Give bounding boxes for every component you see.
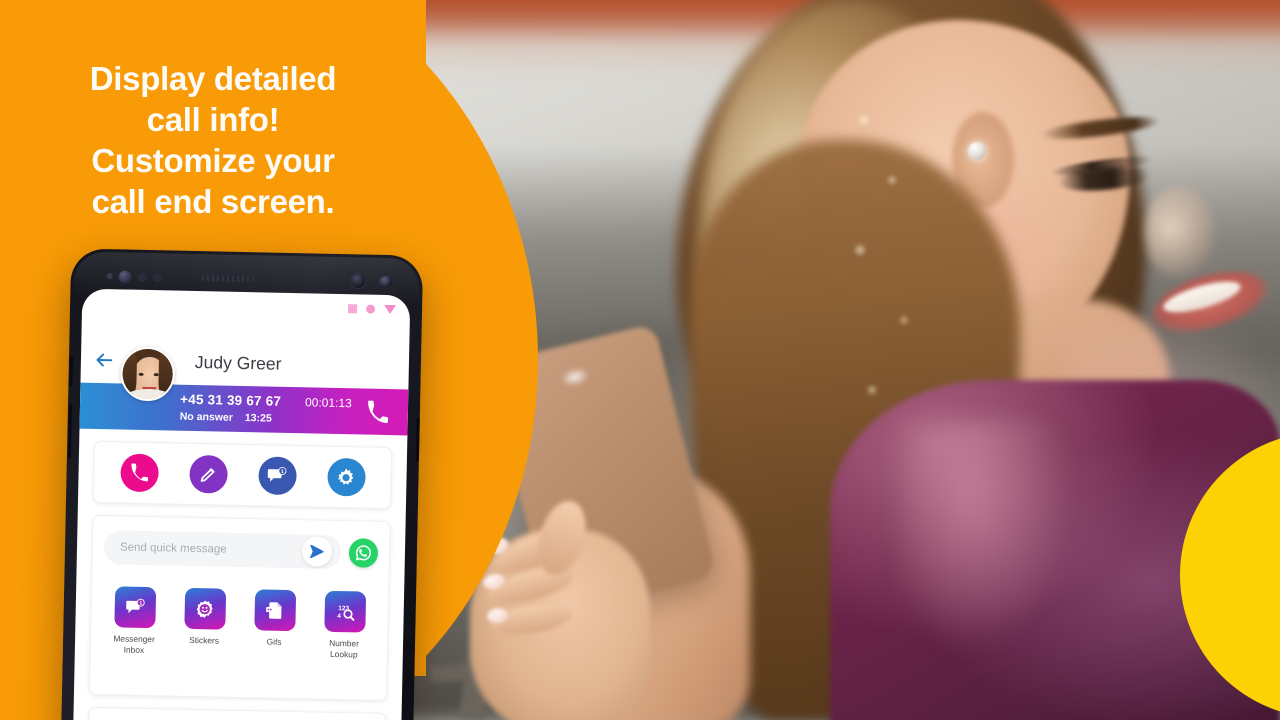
gif-file-icon xyxy=(253,589,296,632)
call-time: 13:25 xyxy=(244,411,272,425)
iris-scanner-icon xyxy=(118,269,132,284)
statusbar xyxy=(347,304,397,315)
headline-line-1: Display detailed xyxy=(89,60,337,97)
proximity-sensor-icon xyxy=(137,272,147,282)
tile-label: Gifs xyxy=(266,636,282,647)
call-info-secondary: No answer 13:25 xyxy=(180,411,352,428)
volume-up-button[interactable] xyxy=(69,356,74,387)
contact-name: Judy Greer xyxy=(194,351,282,374)
tile-number-lookup[interactable]: 123 4 Number Lookup xyxy=(313,590,376,660)
headline-line-2: call info! xyxy=(146,101,280,138)
svg-text:4: 4 xyxy=(337,613,341,620)
phone-screen: Judy Greer +45 31 39 67 67 00:01:13 No a… xyxy=(72,288,411,720)
tile-label: Number Lookup xyxy=(329,637,360,659)
quick-actions-card: 1 xyxy=(92,440,393,510)
back-arrow-icon[interactable] xyxy=(93,349,115,371)
avatar-eye-left xyxy=(138,372,144,376)
number-search-icon: 123 4 xyxy=(323,590,366,633)
square-indicator-icon xyxy=(347,304,358,314)
tile-stickers[interactable]: Stickers xyxy=(173,587,236,657)
svg-text:1: 1 xyxy=(139,601,142,607)
promo-screenshot: Display detailed call info! Customize yo… xyxy=(0,0,1280,720)
earpiece-speaker xyxy=(201,275,254,283)
send-button-wrap xyxy=(301,536,333,567)
tile-messenger-inbox[interactable]: 1 Messenger Inbox xyxy=(103,586,166,655)
send-arrow-icon[interactable] xyxy=(301,536,333,567)
circle-indicator-icon xyxy=(365,304,376,314)
tile-label: Stickers xyxy=(189,634,220,646)
promo-headline: Display detailed call info! Customize yo… xyxy=(0,58,426,222)
blouse-sheen xyxy=(900,420,1080,670)
settings-button[interactable] xyxy=(326,457,366,497)
headline-line-4: call end screen. xyxy=(91,183,335,220)
avatar-eye-right xyxy=(153,373,159,377)
tile-gifs[interactable]: Gifs xyxy=(243,589,306,658)
next-card-partial xyxy=(87,706,387,720)
chat-badge-icon: 1 xyxy=(113,586,156,629)
quick-message-card: 1 Messenger Inbox xyxy=(88,514,391,702)
call-info-text: +45 31 39 67 67 00:01:13 No answer 13:25 xyxy=(180,392,352,428)
reminder-button[interactable]: 1 xyxy=(257,456,297,496)
headline-line-3: Customize your xyxy=(91,142,335,179)
phone-sensor-cluster xyxy=(106,269,162,284)
svg-text:123: 123 xyxy=(338,605,349,612)
call-duration: 00:01:13 xyxy=(304,395,352,411)
tile-label: Messenger Inbox xyxy=(113,633,155,655)
phone-handset-icon[interactable] xyxy=(366,400,390,424)
call-status: No answer xyxy=(179,410,233,424)
svg-text:1: 1 xyxy=(281,469,284,475)
phone-mockup: Judy Greer +45 31 39 67 67 00:01:13 No a… xyxy=(60,248,424,720)
quick-actions-row: 1 xyxy=(94,442,391,508)
quick-message-row xyxy=(93,516,390,570)
feature-tiles-row: 1 Messenger Inbox Stickers Gifs 123 4 Nu… xyxy=(91,564,389,660)
call-button[interactable] xyxy=(119,453,159,493)
light-sensor-icon xyxy=(152,272,162,282)
sensor-dot-icon xyxy=(106,273,113,280)
phone-number: +45 31 39 67 67 xyxy=(179,391,282,409)
call-info-primary: +45 31 39 67 67 00:01:13 xyxy=(180,392,352,412)
nose xyxy=(1144,186,1216,278)
contact-avatar[interactable] xyxy=(120,346,176,402)
edit-note-button[interactable] xyxy=(188,454,228,494)
smiley-sticker-icon xyxy=(183,587,226,630)
whatsapp-icon[interactable] xyxy=(348,537,379,568)
triangle-indicator-icon xyxy=(383,304,397,315)
